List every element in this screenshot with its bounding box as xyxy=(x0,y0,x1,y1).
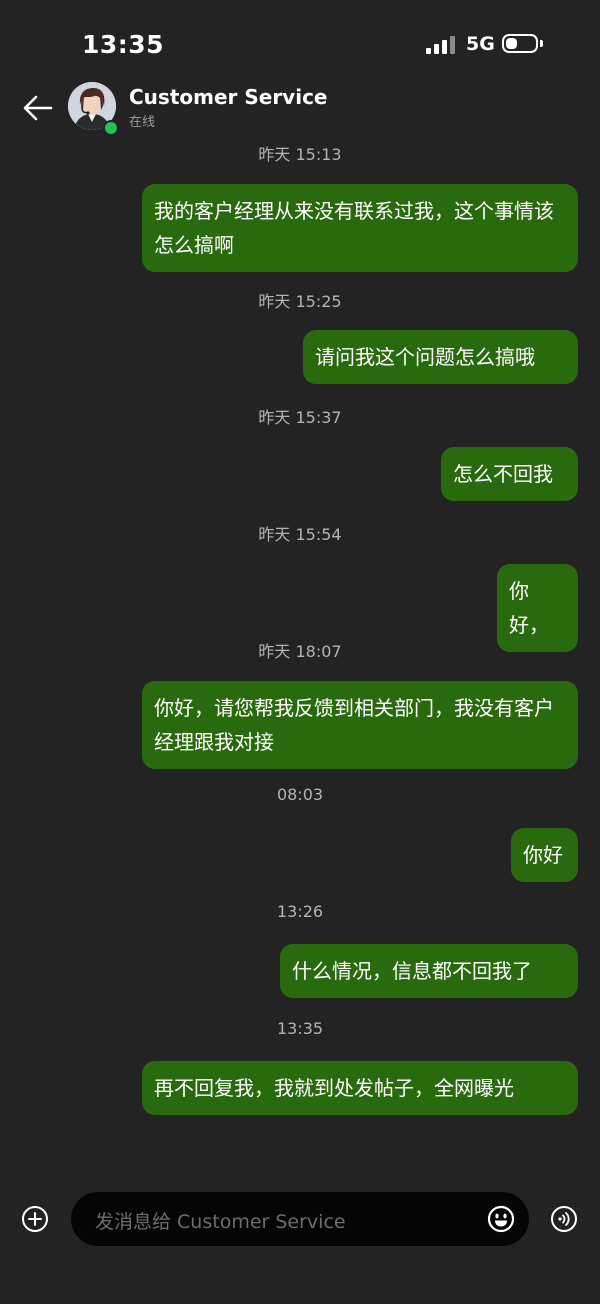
status-time: 13:35 xyxy=(82,30,165,59)
message-timestamp: 昨天 15:25 xyxy=(258,292,342,311)
message-bubble[interactable]: 你好，请您帮我反馈到相关部门，我没有客户经理跟我对接 xyxy=(142,681,578,769)
voice-icon xyxy=(551,1206,577,1232)
message-timestamp: 13:26 xyxy=(276,902,324,921)
network-label: 5G xyxy=(466,33,495,55)
message-bubble[interactable]: 我的客户经理从来没有联系过我，这个事情该怎么搞啊 xyxy=(142,184,578,272)
battery-level xyxy=(506,38,517,49)
plus-circle-icon xyxy=(22,1206,48,1232)
battery-tip xyxy=(540,40,543,47)
message-input-placeholder: 发消息给 Customer Service xyxy=(95,1211,346,1233)
contact-status: 在线 xyxy=(129,115,156,130)
message-composer: 发消息给 Customer Service xyxy=(0,1188,600,1252)
message-bubble[interactable]: 什么情况，信息都不回我了 xyxy=(280,944,578,998)
message-timestamp: 13:35 xyxy=(276,1019,324,1038)
add-attachment-button[interactable] xyxy=(21,1205,49,1233)
message-timestamp: 08:03 xyxy=(276,785,324,804)
message-timestamp: 昨天 15:54 xyxy=(258,525,342,544)
online-indicator xyxy=(103,120,119,136)
message-timestamp: 昨天 15:13 xyxy=(258,145,342,164)
message-bubble[interactable]: 你好 xyxy=(511,828,578,882)
emoji-button[interactable] xyxy=(487,1205,515,1233)
message-timestamp: 昨天 15:37 xyxy=(258,408,342,427)
message-input[interactable]: 发消息给 Customer Service xyxy=(71,1192,529,1246)
chat-header: Customer Service 在线 xyxy=(0,80,600,136)
arrow-left-icon xyxy=(23,95,53,121)
emoji-icon xyxy=(487,1205,515,1233)
voice-button[interactable] xyxy=(550,1205,578,1233)
message-bubble[interactable]: 怎么不回我 xyxy=(441,447,578,501)
message-bubble[interactable]: 再不回复我，我就到处发帖子，全网曝光 xyxy=(142,1061,578,1115)
message-bubble[interactable]: 请问我这个问题怎么搞哦 xyxy=(303,330,578,384)
battery-icon xyxy=(502,34,538,53)
contact-name[interactable]: Customer Service xyxy=(129,85,328,109)
status-bar: 13:35 5G xyxy=(0,0,600,80)
signal-icon xyxy=(426,36,456,54)
back-button[interactable] xyxy=(20,90,56,126)
message-timestamp: 昨天 18:07 xyxy=(258,642,342,661)
